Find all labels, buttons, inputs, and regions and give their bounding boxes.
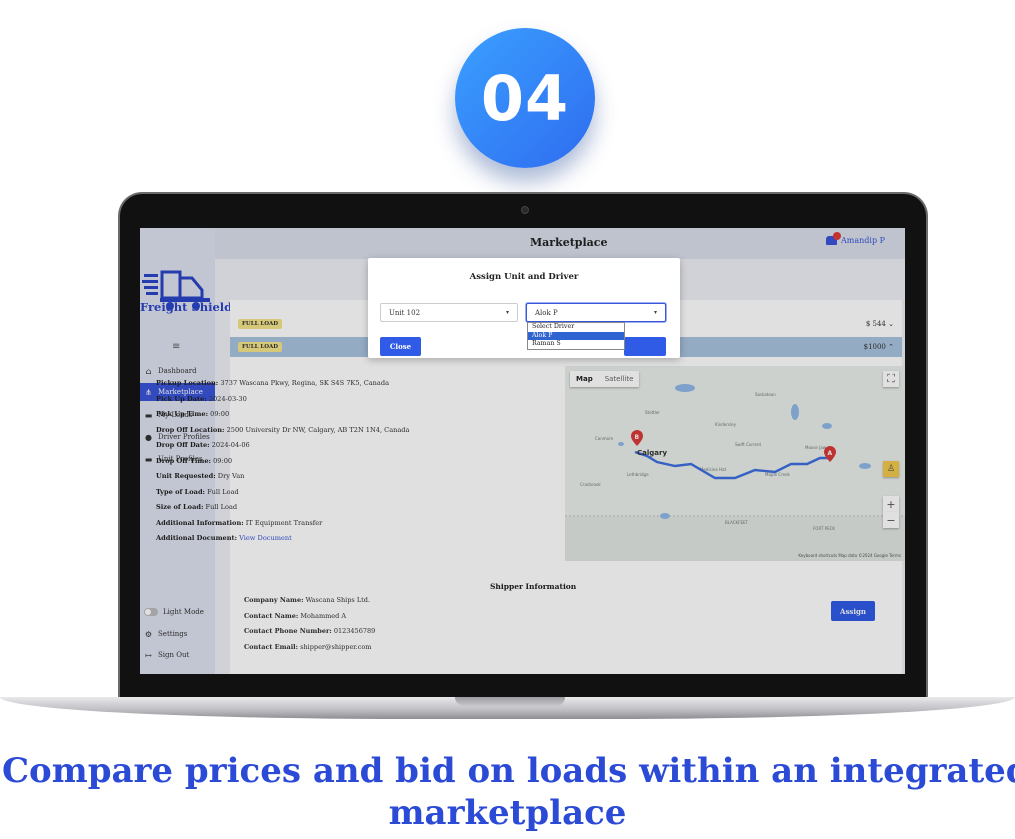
modal-confirm-button[interactable] <box>624 337 666 356</box>
close-button[interactable]: Close <box>380 337 421 356</box>
chevron-down-icon: ▾ <box>653 309 657 316</box>
step-badge: 04 <box>455 28 595 168</box>
dropdown-option[interactable]: Select Driver <box>528 323 624 332</box>
driver-dropdown[interactable]: Select Driver Alok P Raman S <box>527 322 625 350</box>
modal-title: Assign Unit and Driver <box>469 272 579 282</box>
dropdown-option[interactable]: Raman S <box>528 340 624 349</box>
unit-select[interactable]: Unit 102 ▾ <box>380 303 518 322</box>
laptop-notch <box>455 697 565 706</box>
caption-line-2: marketplace <box>388 793 627 833</box>
dropdown-option-selected[interactable]: Alok P <box>528 331 624 340</box>
caption-line-1: Compare prices and bid on loads within a… <box>2 751 1015 791</box>
app-screen: Marketplace Amandip P Freight Shield ≡ ⌂ <box>140 228 905 674</box>
assign-modal: Assign Unit and Driver Unit 102 ▾ Alok P… <box>368 258 680 358</box>
camera-icon <box>521 206 529 214</box>
driver-select[interactable]: Alok P ▾ <box>526 303 666 322</box>
step-number: 04 <box>480 61 570 135</box>
chevron-down-icon: ▾ <box>505 309 509 316</box>
